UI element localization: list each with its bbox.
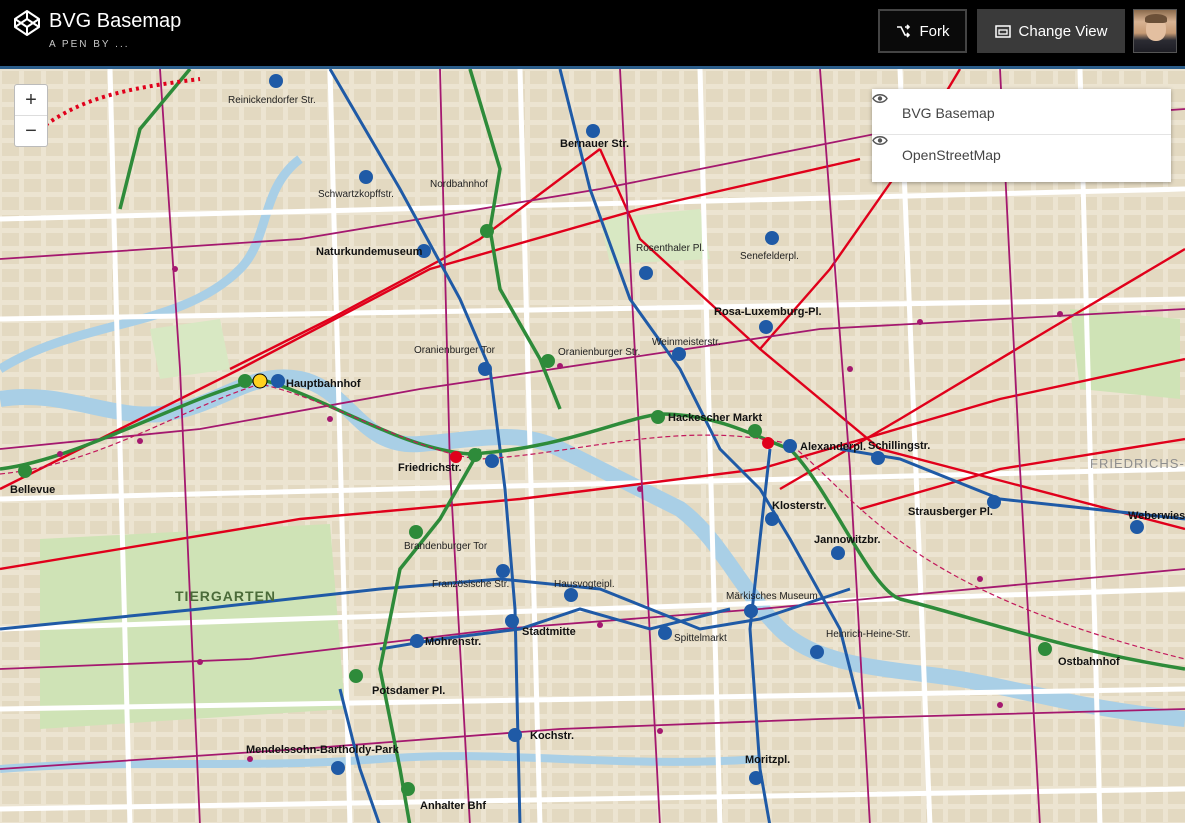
bvg-map-tiles[interactable]: TIERGARTEN FRIEDRICHS-HAIN Hauptbahnhof … bbox=[0, 69, 1185, 823]
label-moritzpl: Moritzpl. bbox=[745, 754, 790, 766]
station-bernauer-str[interactable] bbox=[586, 124, 600, 138]
label-kochstr: Kochstr. bbox=[530, 730, 574, 742]
station-jannowitzbruecke[interactable] bbox=[831, 546, 845, 560]
station-klosterstr[interactable] bbox=[765, 512, 779, 526]
zoom-out-button[interactable]: − bbox=[15, 116, 47, 146]
label-oranienburger-str: Oranienburger Str. bbox=[558, 347, 640, 358]
station-kochstr[interactable] bbox=[508, 728, 522, 742]
station-senefelderpl[interactable] bbox=[765, 231, 779, 245]
change-view-label: Change View bbox=[1018, 22, 1108, 40]
station-brandenburger-tor[interactable] bbox=[409, 525, 423, 539]
layer-label: OpenStreetMap bbox=[902, 146, 1001, 163]
pen-title: BVG Basemap bbox=[49, 10, 182, 32]
station-hausvogteipl[interactable] bbox=[564, 588, 578, 602]
label-potsdamer-pl: Potsdamer Pl. bbox=[372, 685, 445, 697]
avatar-hair bbox=[1145, 14, 1167, 23]
label-hackescher-markt: Hackescher Markt bbox=[668, 412, 763, 424]
label-strausberger-pl: Strausberger Pl. bbox=[908, 506, 993, 518]
label-mendelssohn-bartholdy-park: Mendelssohn-Bartholdy-Park bbox=[246, 744, 400, 756]
label-franzoesische-str: Französische Str. bbox=[432, 579, 509, 590]
layer-label: BVG Basemap bbox=[902, 105, 995, 121]
label-nordbahnhof: Nordbahnhof bbox=[430, 179, 488, 190]
label-hauptbahnhof: Hauptbahnhof bbox=[286, 378, 361, 390]
change-view-icon bbox=[994, 24, 1011, 38]
label-alexanderpl: Alexanderpl. bbox=[800, 441, 866, 453]
district-label-tiergarten: TIERGARTEN bbox=[175, 588, 276, 604]
label-anhalter-bhf: Anhalter Bhf bbox=[420, 800, 486, 812]
station-ostbahnhof[interactable] bbox=[1038, 642, 1052, 656]
station-mohrenstr[interactable] bbox=[410, 634, 424, 648]
station-heinrich-heine-str[interactable] bbox=[810, 645, 824, 659]
label-bernauer-str: Bernauer Str. bbox=[560, 138, 629, 150]
label-rosa-luxemburg-pl: Rosa-Luxemburg-Pl. bbox=[714, 306, 822, 318]
fork-button[interactable]: Fork bbox=[878, 9, 967, 53]
layer-option-bvg-basemap[interactable]: BVG Basemap bbox=[872, 93, 1171, 133]
label-spittelmarkt: Spittelmarkt bbox=[674, 633, 727, 644]
label-schwartzkopffstr: Schwartzkopffstr. bbox=[318, 189, 394, 200]
label-hausvogteipl: Hausvogteipl. bbox=[554, 579, 615, 590]
station-schwartzkopffstr[interactable] bbox=[359, 170, 373, 184]
label-schillingstr: Schillingstr. bbox=[868, 440, 930, 452]
station-hauptbahnhof[interactable] bbox=[238, 373, 285, 389]
label-oranienburger-tor: Oranienburger Tor bbox=[414, 345, 496, 356]
label-senefelderpl: Senefelderpl. bbox=[740, 251, 799, 262]
label-klosterstr: Klosterstr. bbox=[772, 500, 826, 512]
eye-icon bbox=[872, 136, 888, 145]
codepen-logo-icon[interactable] bbox=[13, 9, 41, 37]
station-weinmeisterstr[interactable] bbox=[672, 347, 686, 361]
label-bellevue: Bellevue bbox=[10, 484, 55, 496]
label-maerkisches-museum: Märkisches Museum bbox=[726, 591, 818, 602]
label-heinrich-heine-str: Heinrich-Heine-Str. bbox=[826, 629, 910, 640]
station-maerkisches-museum[interactable] bbox=[744, 604, 758, 618]
top-bar: BVG Basemap A PEN BY ... Fork Change Vie… bbox=[0, 0, 1185, 66]
station-oranienburger-tor[interactable] bbox=[478, 362, 492, 376]
label-ostbahnhof: Ostbahnhof bbox=[1058, 656, 1120, 668]
station-anhalter-bhf[interactable] bbox=[401, 782, 415, 796]
map-view[interactable]: TIERGARTEN FRIEDRICHS-HAIN Hauptbahnhof … bbox=[0, 66, 1185, 823]
label-reinickendorfer-str: Reinickendorfer Str. bbox=[228, 95, 316, 106]
district-label-friedrichshain: FRIEDRICHS-HAIN bbox=[1090, 456, 1185, 471]
label-weberwiese: Weberwiese bbox=[1128, 510, 1185, 522]
station-stadtmitte[interactable] bbox=[505, 614, 519, 628]
station-rosenthaler-pl[interactable] bbox=[639, 266, 653, 280]
eye-icon bbox=[872, 94, 888, 103]
label-stadtmitte: Stadtmitte bbox=[522, 626, 576, 638]
label-rosenthaler-pl: Rosenthaler Pl. bbox=[636, 243, 704, 254]
layer-option-openstreetmap[interactable]: OpenStreetMap bbox=[872, 134, 1171, 174]
park-area bbox=[150, 319, 230, 379]
station-spittelmarkt[interactable] bbox=[658, 626, 672, 640]
station-moritzpl[interactable] bbox=[749, 771, 763, 785]
station-franzoesische-str[interactable] bbox=[496, 564, 510, 578]
change-view-button[interactable]: Change View bbox=[977, 9, 1125, 53]
zoom-in-button[interactable]: + bbox=[15, 85, 47, 116]
station-reinickendorfer-str[interactable] bbox=[269, 74, 283, 88]
station-schillingstr[interactable] bbox=[871, 451, 885, 465]
station-nordbahnhof[interactable] bbox=[480, 224, 494, 238]
label-brandenburger-tor: Brandenburger Tor bbox=[404, 541, 488, 552]
station-potsdamer-pl[interactable] bbox=[349, 669, 363, 683]
label-weinmeisterstr: Weinmeisterstr. bbox=[652, 337, 721, 348]
zoom-control: + − bbox=[14, 84, 48, 147]
station-bellevue[interactable] bbox=[18, 464, 32, 478]
station-rosa-luxemburg-pl[interactable] bbox=[759, 320, 773, 334]
station-weberwiese[interactable] bbox=[1130, 520, 1144, 534]
label-mohrenstr: Mohrenstr. bbox=[425, 636, 481, 648]
fork-icon bbox=[896, 24, 910, 38]
station-mendelssohn-bartholdy-park[interactable] bbox=[331, 761, 345, 775]
fork-label: Fork bbox=[919, 22, 950, 40]
label-naturkundemuseum: Naturkundemuseum bbox=[316, 246, 423, 258]
user-avatar[interactable] bbox=[1133, 9, 1177, 53]
layer-switcher: BVG Basemap OpenStreetMap bbox=[872, 89, 1171, 182]
station-oranienburger-str[interactable] bbox=[541, 354, 555, 368]
pen-byline[interactable]: A PEN BY ... bbox=[49, 39, 130, 50]
label-jannowitzbruecke: Jannowitzbr. bbox=[814, 534, 881, 546]
label-friedrichstr: Friedrichstr. bbox=[398, 462, 462, 474]
station-hackescher-markt[interactable] bbox=[651, 410, 665, 424]
